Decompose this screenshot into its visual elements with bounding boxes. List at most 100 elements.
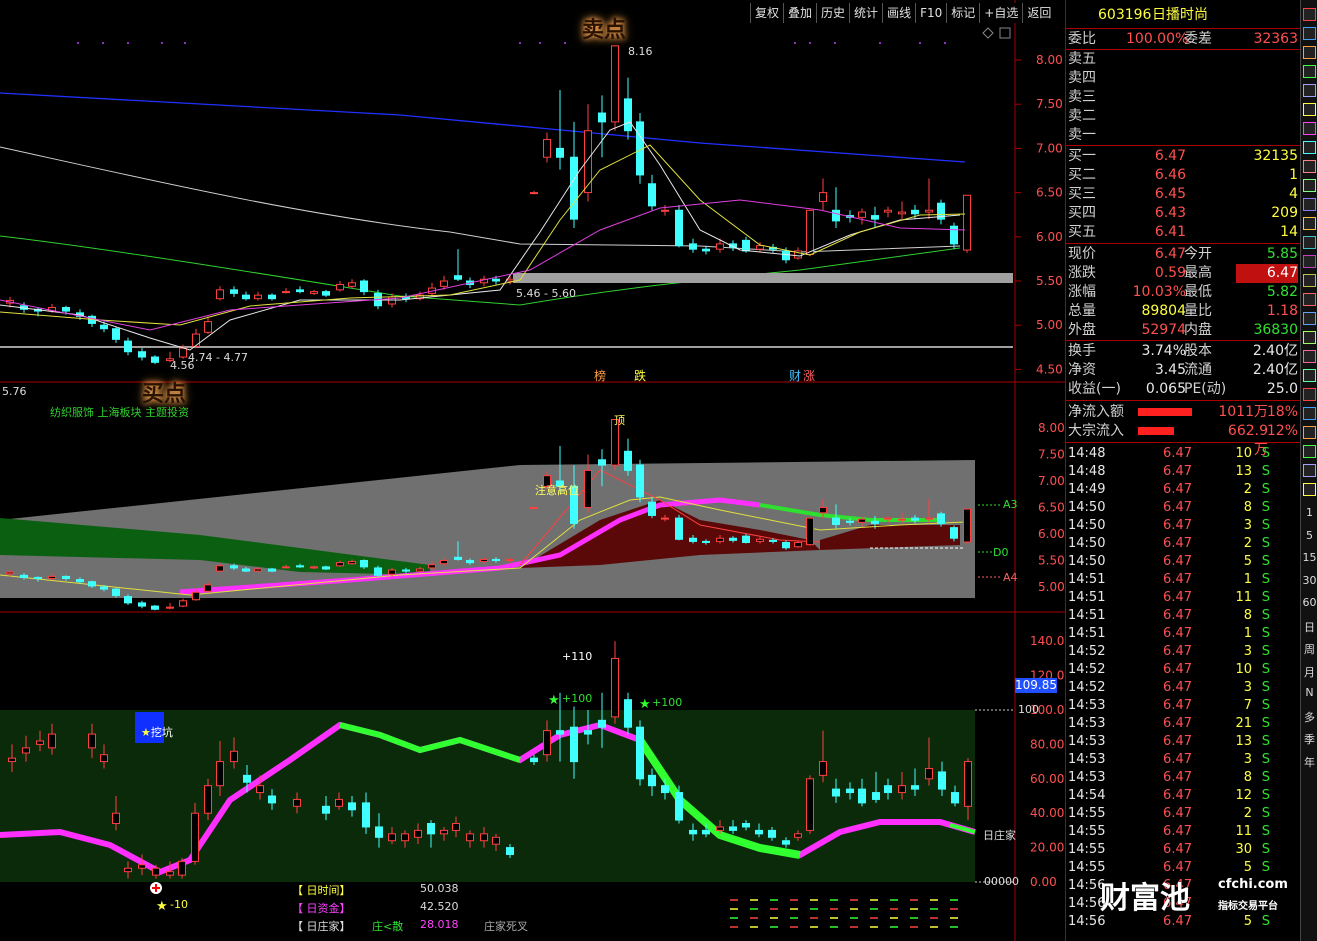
- toolbar-icon[interactable]: [1303, 160, 1316, 173]
- toolbar-icon[interactable]: [1303, 179, 1316, 192]
- toolbar-icon[interactable]: [1303, 198, 1316, 211]
- low-candle: [624, 699, 632, 728]
- support-band-lower: [0, 346, 1013, 348]
- stat-value: 52974: [1141, 322, 1186, 338]
- low-candle: [806, 778, 814, 831]
- toolbar-icon[interactable]: [1303, 236, 1316, 249]
- low-candle: [427, 823, 435, 835]
- period-button-多[interactable]: 多: [1302, 709, 1317, 724]
- toolbar-icon[interactable]: [1303, 312, 1316, 325]
- marker-zhang[interactable]: 涨: [803, 367, 815, 384]
- low-candle: [100, 754, 108, 763]
- period-button-5[interactable]: 5: [1302, 529, 1317, 544]
- toolbar-button-7[interactable]: +自选: [979, 3, 1023, 23]
- main-candle: [898, 211, 906, 215]
- toolbar-icon[interactable]: [1303, 217, 1316, 230]
- toolbar-icon[interactable]: [1303, 426, 1316, 439]
- stat-label: 内盘: [1184, 322, 1212, 338]
- toolbar-icon[interactable]: [1303, 103, 1316, 116]
- period-button-日[interactable]: 日: [1302, 619, 1317, 634]
- period-button-1[interactable]: 1: [1302, 506, 1317, 521]
- period-button-年[interactable]: 年: [1302, 754, 1317, 769]
- tick-price: 6.47: [1163, 554, 1192, 569]
- toolbar-icon[interactable]: [1303, 464, 1316, 477]
- daily-banker-line-label: 日庄家: [983, 829, 1016, 842]
- tick-time: 14:55: [1068, 824, 1106, 839]
- toolbar-button-4[interactable]: 画线: [882, 3, 916, 23]
- period-button-周[interactable]: 周: [1302, 641, 1317, 656]
- low-candle: [938, 771, 946, 790]
- tick-price: 6.47: [1163, 608, 1192, 623]
- tick-row: 14:52 6.47 3 S: [1066, 643, 1300, 661]
- toolbar-button-6[interactable]: 标记: [946, 3, 980, 23]
- tick-time: 14:52: [1068, 680, 1106, 695]
- kline-chart-area[interactable]: 8.00 7.50 7.00 6.50 6.00 5.50 5.00 4.50 8.00 7.50…: [0, 0, 1065, 941]
- toolbar-icon[interactable]: [1303, 84, 1316, 97]
- main-candle: [282, 291, 290, 294]
- mid-candle: [756, 538, 764, 542]
- period-button-月[interactable]: 月: [1302, 664, 1317, 679]
- period-button-60[interactable]: 60: [1302, 596, 1317, 611]
- toolbar-icon[interactable]: [1303, 255, 1316, 268]
- weicha-label: 委差: [1184, 31, 1212, 47]
- mid-candle: [530, 507, 538, 509]
- mid-candle: [348, 561, 356, 565]
- period-button-30[interactable]: 30: [1302, 574, 1317, 589]
- period-button-15[interactable]: 15: [1302, 551, 1317, 566]
- toolbar-icon[interactable]: [1303, 27, 1316, 40]
- low-candle: [88, 733, 96, 749]
- toolbar-icon[interactable]: [1303, 293, 1316, 306]
- tick-time: 14:50: [1068, 518, 1106, 533]
- main-candle: [950, 225, 958, 245]
- toolbar-icon[interactable]: [1303, 445, 1316, 458]
- legend-fund-name: 【 日资金】: [292, 902, 351, 915]
- toolbar-button-2[interactable]: 历史: [816, 3, 850, 23]
- stat-row-2: 涨幅 10.03% 最低 5.82: [1066, 283, 1300, 302]
- mid-candle: [374, 567, 382, 576]
- low-candle: [584, 730, 592, 735]
- watermark-site: cfchi.com: [1218, 877, 1288, 892]
- marker-die[interactable]: 跌: [634, 367, 646, 384]
- low-candle: [401, 833, 409, 842]
- toolbar-icon[interactable]: [1303, 483, 1316, 496]
- low-y-tick: 80.00: [1030, 737, 1064, 751]
- period-button-季[interactable]: 季: [1302, 731, 1317, 746]
- stat-value: 10.03%: [1132, 284, 1186, 300]
- stat-value: 5.85: [1266, 246, 1298, 262]
- toolbar-button-1[interactable]: 叠加: [783, 3, 817, 23]
- stat-value: 5.82: [1266, 284, 1298, 300]
- toolbar-icon[interactable]: [1303, 122, 1316, 135]
- mid-y-tick: 8.00: [1038, 421, 1065, 435]
- toolbar-button-0[interactable]: 复权: [750, 3, 784, 23]
- stat-row-3: 总量 89804 量比 1.18: [1066, 302, 1300, 321]
- toolbar-icon[interactable]: [1303, 46, 1316, 59]
- toolbar-icon[interactable]: [1303, 350, 1316, 363]
- toolbar-button-8[interactable]: 返回: [1022, 3, 1056, 23]
- tick-side: S: [1261, 590, 1270, 605]
- tick-price: 6.47: [1163, 536, 1192, 551]
- low-candle: [755, 829, 763, 835]
- weibi-value: 100.00%: [1126, 31, 1189, 47]
- toolbar-icon[interactable]: [1303, 388, 1316, 401]
- period-button-N[interactable]: N: [1302, 686, 1317, 701]
- marker-bang[interactable]: 榜: [594, 367, 606, 384]
- toolbar-icon[interactable]: [1303, 141, 1316, 154]
- bid-volume: 32135: [1253, 148, 1298, 164]
- toolbar-icon[interactable]: [1303, 369, 1316, 382]
- low-candle: [675, 792, 683, 821]
- toolbar-icon[interactable]: [1303, 274, 1316, 287]
- toolbar-button-5[interactable]: F10: [915, 3, 947, 23]
- marker-cai[interactable]: 财: [789, 367, 801, 384]
- toolbar-icon[interactable]: [1303, 331, 1316, 344]
- ask-row-5: 卖五: [1066, 50, 1300, 69]
- toolbar-button-3[interactable]: 统计: [849, 3, 883, 23]
- tick-price: 6.47: [1163, 482, 1192, 497]
- sector-tags[interactable]: 纺织服饰 上海板块 主题投资: [50, 404, 189, 420]
- mid-candle: [648, 501, 656, 516]
- toolbar-icon[interactable]: [1303, 407, 1316, 420]
- toolbar-icon[interactable]: [1303, 65, 1316, 78]
- toolbar-icon[interactable]: [1303, 8, 1316, 21]
- mid-candle: [48, 575, 56, 580]
- banker-death-cross-label: 庄家死叉: [484, 920, 528, 933]
- stock-code: 603196: [1098, 7, 1152, 23]
